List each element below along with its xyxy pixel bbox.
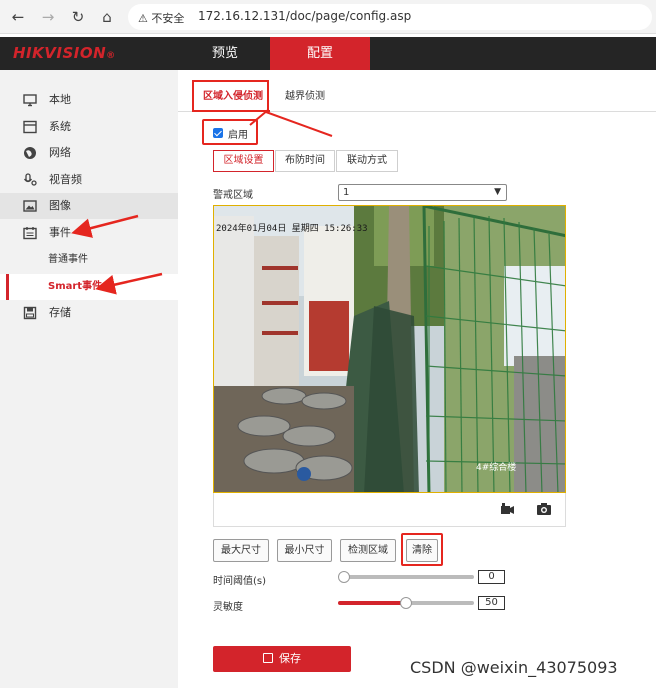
sidebar-item-label: 存储 [49,306,71,319]
sensitivity-input[interactable]: 50 [478,596,505,610]
time-threshold-input[interactable]: 0 [478,570,505,584]
sensitivity-label: 灵敏度 [213,602,243,613]
annotation-arrow [265,111,333,137]
sidebar-subitem-label: 普通事件 [48,254,88,265]
system-icon [23,120,37,134]
sidebar-item-system[interactable]: 系统 [0,114,178,140]
url-text[interactable]: 172.16.12.131/doc/page/config.asp [198,9,411,23]
camera-snapshot-icon[interactable] [536,502,552,516]
time-threshold-slider[interactable] [342,575,474,579]
back-icon[interactable]: ← [8,7,28,27]
alarm-region-label: 警戒区域 [213,190,253,201]
detect-area-button[interactable]: 检测区域 [340,539,396,562]
sidebar-subitem-normal-event[interactable]: 普通事件 [0,247,178,273]
browser-toolbar: ← → ↻ ⌂ ⚠ 不安全 172.16.12.131/doc/page/con… [0,0,656,34]
sidebar-item-label: 事件 [49,226,71,239]
osd-channel-name: 4#综合楼 [476,461,516,473]
min-size-button[interactable]: 最小尺寸 [277,539,332,562]
sidebar-item-image[interactable]: 图像 [0,193,178,219]
tab-config[interactable]: 配置 [270,37,370,70]
sidebar-item-label: 系统 [49,120,71,133]
clear-button[interactable]: 清除 [406,539,438,562]
video-toolbar [213,493,566,527]
sidebar-item-local[interactable]: 本地 [0,87,178,113]
step-linkage-method[interactable]: 联动方式 [336,150,398,172]
sensitivity-slider-handle[interactable] [400,597,412,609]
globe-icon [24,147,36,159]
record-icon[interactable] [499,502,515,516]
alarm-region-value: 1 [343,187,350,198]
active-tab-indicator [200,110,270,112]
address-bar[interactable]: ⚠ 不安全 172.16.12.131/doc/page/config.asp [128,4,652,30]
osd-timestamp: 2024年01月04日 星期四 15:26:33 [216,222,368,234]
forward-icon[interactable]: → [38,7,58,27]
enable-label: 启用 [228,130,248,141]
tab-line-crossing[interactable]: 越界侦测 [285,87,325,102]
mic-icon [23,173,37,186]
sidebar: 本地 系统 网络 视音频 图像 事件 普通事件 Smart事件 存储 [0,70,178,688]
time-threshold-slider-handle[interactable] [338,571,350,583]
sidebar-item-label: 网络 [49,146,71,159]
detection-tabs: 区域入侵侦测 越界侦测 [178,70,656,112]
security-warning[interactable]: ⚠ 不安全 [138,10,184,26]
sidebar-item-event[interactable]: 事件 [0,220,178,246]
chevron-down-icon: ▼ [494,187,501,197]
checkbox-checked-icon[interactable] [213,128,223,138]
watermark: CSDN @weixin_43075093 [410,658,618,677]
monitor-icon [23,94,37,107]
tab-intrusion-detection[interactable]: 区域入侵侦测 [203,87,263,102]
reload-icon[interactable]: ↻ [68,7,88,27]
sidebar-item-audio-video[interactable]: 视音频 [0,167,178,193]
sidebar-subitem-smart-event[interactable]: Smart事件 [0,274,178,300]
save-label: 保存 [279,652,301,665]
time-threshold-label: 时间阈值(s) [213,576,267,587]
sidebar-item-label: 本地 [49,93,71,106]
image-icon [23,200,37,212]
sidebar-item-label: 图像 [49,199,71,212]
app-header: HIKVISION® 预览 配置 [0,37,656,70]
alarm-region-select[interactable]: 1 ▼ [338,184,507,201]
video-preview[interactable]: 2024年01月04日 星期四 15:26:33 4#综合楼 [213,205,566,493]
save-icon [263,653,273,663]
save-button[interactable]: 保存 [213,646,351,672]
enable-checkbox[interactable]: 启用 [202,119,258,145]
sidebar-item-storage[interactable]: 存储 [0,300,178,326]
calendar-icon [23,227,37,240]
step-area-settings[interactable]: 区域设置 [213,150,274,172]
home-icon[interactable]: ⌂ [97,7,117,27]
max-size-button[interactable]: 最大尺寸 [213,539,269,562]
disk-icon [23,306,37,320]
sensitivity-slider-fill [338,601,406,605]
step-arming-schedule[interactable]: 布防时间 [275,150,335,172]
sidebar-item-label: 视音频 [49,173,82,186]
brand-logo: HIKVISION® [13,44,116,62]
sidebar-item-network[interactable]: 网络 [0,140,178,166]
camera-scene: 2024年01月04日 星期四 15:26:33 4#综合楼 [214,206,565,492]
tab-preview[interactable]: 预览 [180,37,270,70]
sidebar-subitem-label: Smart事件 [48,281,103,292]
